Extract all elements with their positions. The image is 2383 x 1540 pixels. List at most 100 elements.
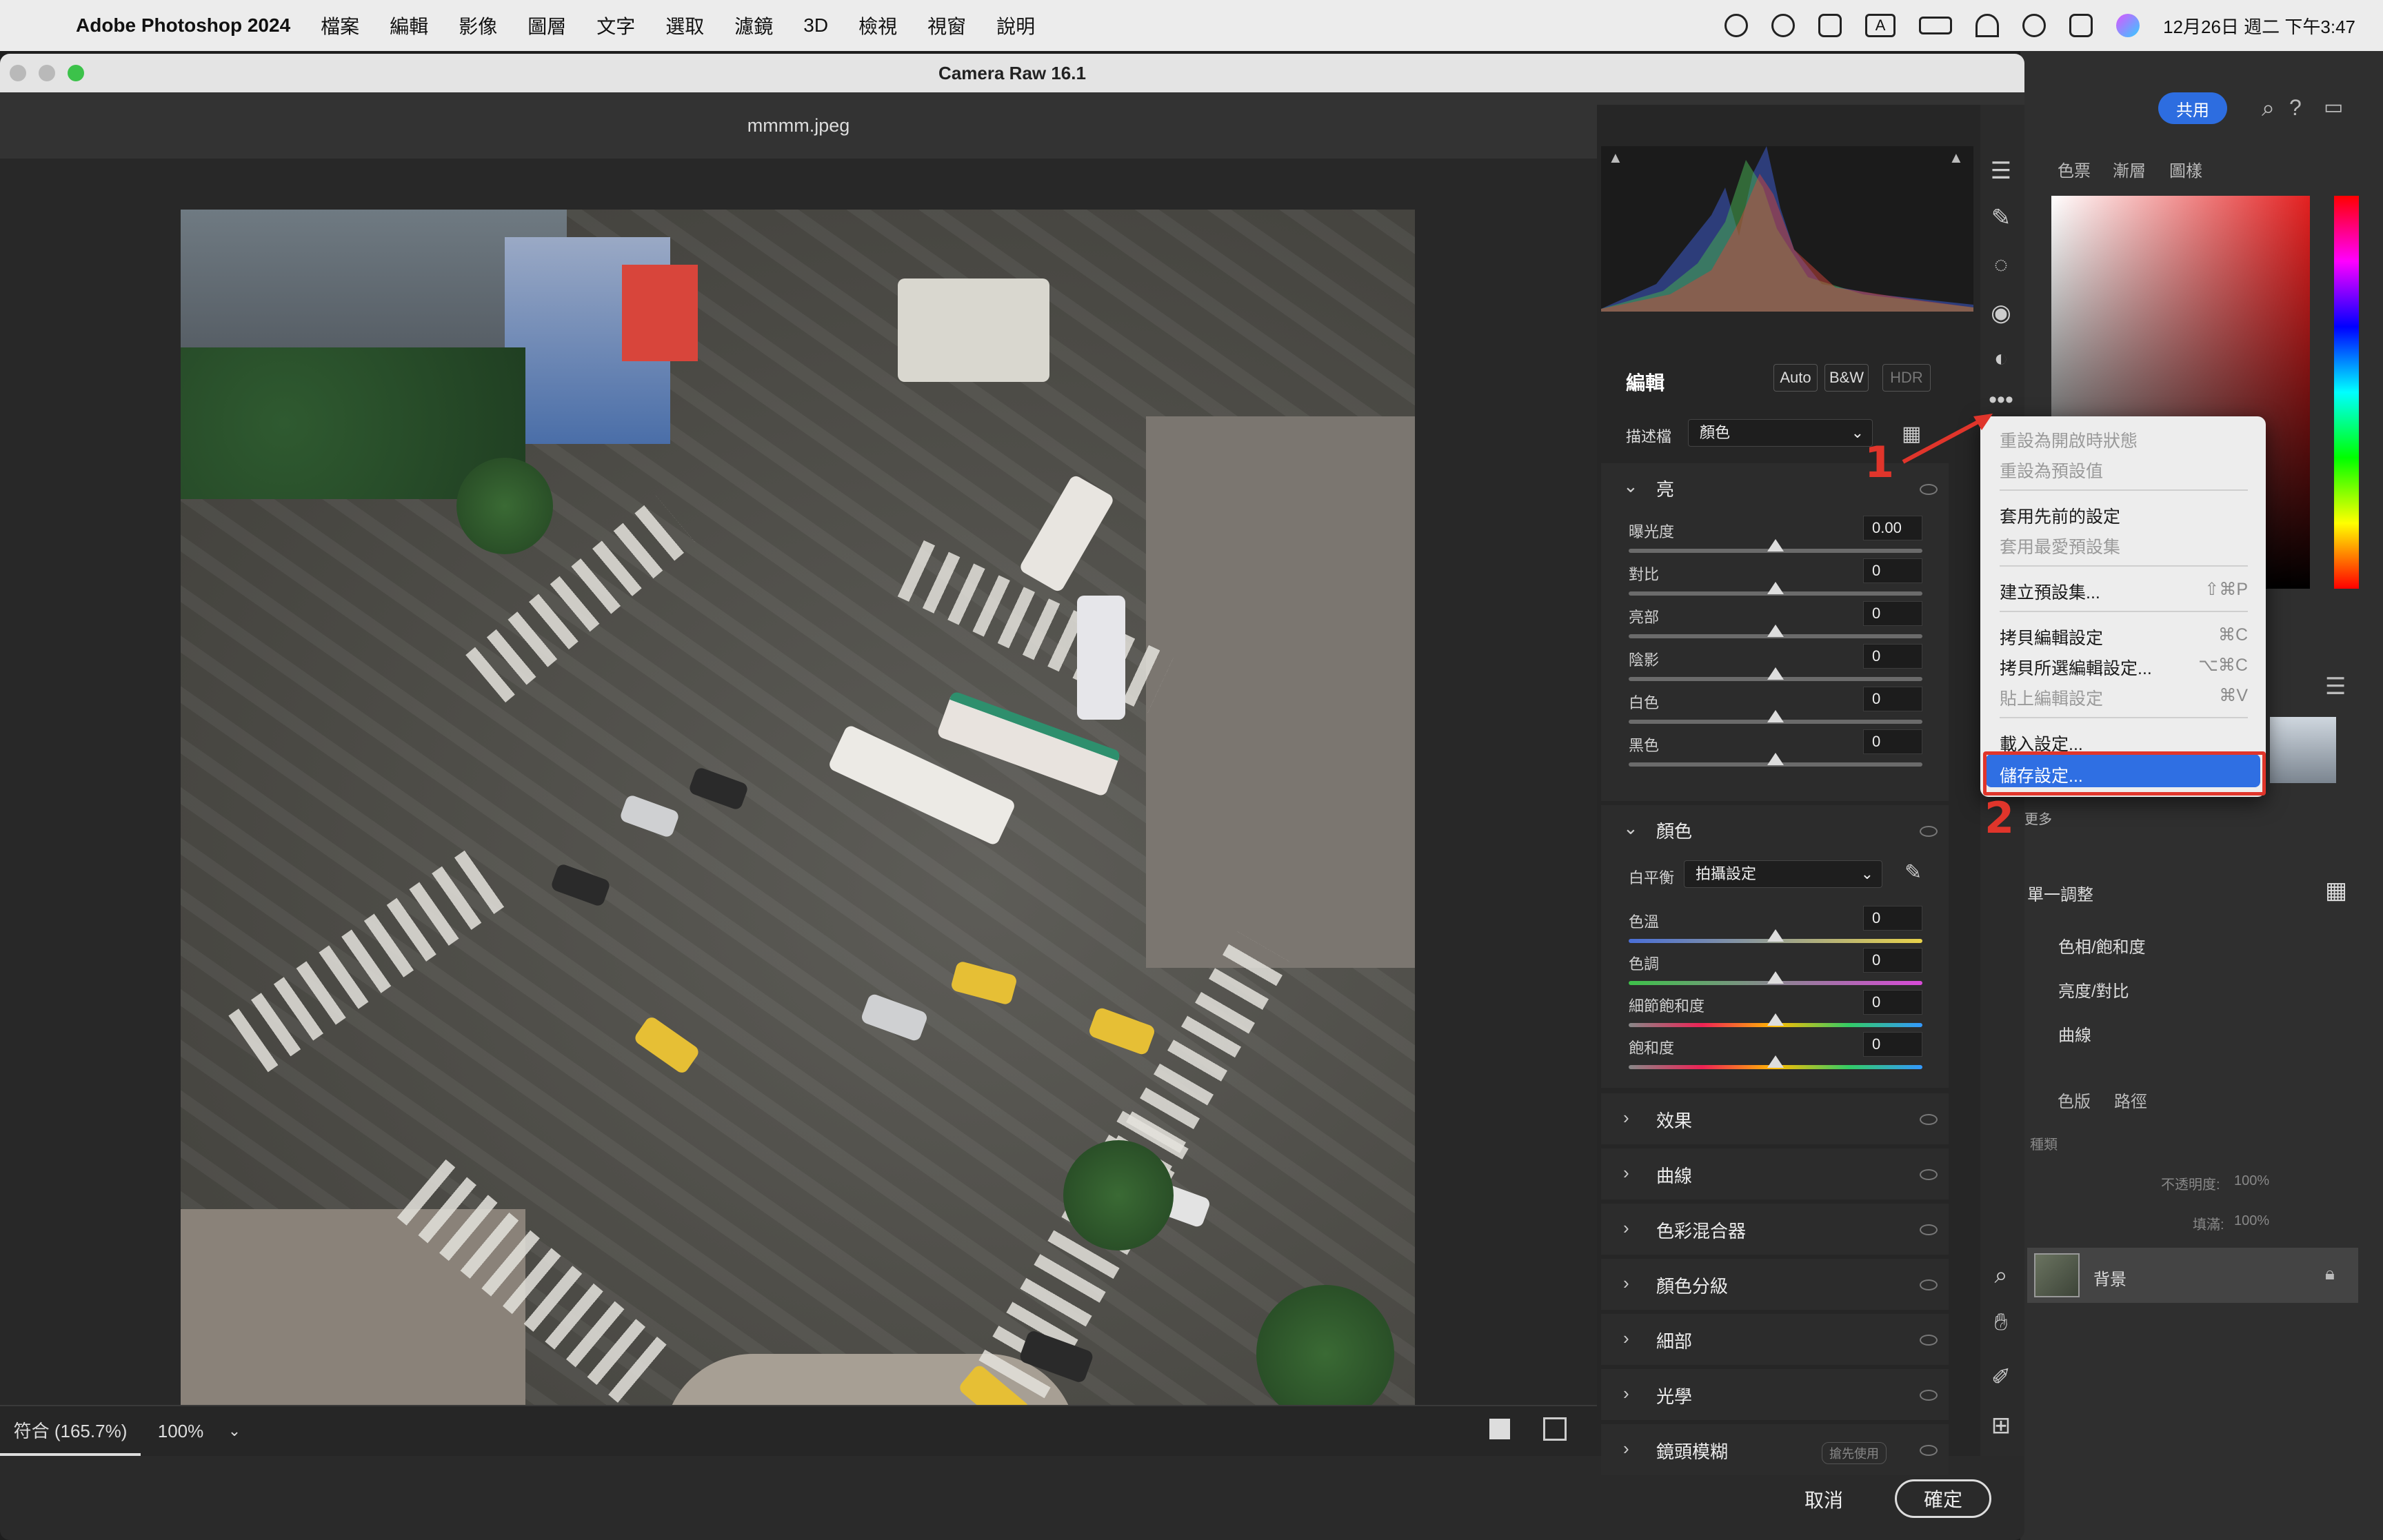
section-title[interactable]: 顏色分級: [1656, 1273, 1728, 1298]
slider-handle[interactable]: [1767, 710, 1784, 722]
collapsed-section[interactable]: › 顏色分級: [1601, 1259, 1949, 1310]
slider-value-input[interactable]: 0: [1863, 558, 1922, 583]
collapsed-section[interactable]: › 色彩混合器: [1601, 1204, 1949, 1255]
menu-window[interactable]: 視窗: [927, 12, 966, 39]
menu-type[interactable]: 文字: [596, 12, 635, 39]
bw-button[interactable]: B&W: [1824, 364, 1869, 392]
app-name-menu[interactable]: Adobe Photoshop 2024: [76, 14, 290, 37]
visibility-eye-icon[interactable]: [1920, 1224, 1938, 1235]
edit-sliders-icon[interactable]: ☰: [1984, 154, 2018, 188]
menu-edit[interactable]: 編輯: [390, 12, 428, 39]
visibility-eye-icon[interactable]: [1920, 1390, 1938, 1401]
slider-handle[interactable]: [1767, 667, 1784, 680]
visibility-eye-icon[interactable]: [1920, 1114, 1938, 1125]
collapsed-section[interactable]: › 效果: [1601, 1093, 1949, 1144]
menu-file[interactable]: 檔案: [321, 12, 359, 39]
collapsed-section[interactable]: › 細部: [1601, 1314, 1949, 1365]
color-section-title[interactable]: 顏色: [1656, 818, 1692, 843]
chevron-down-icon[interactable]: ⌄: [1623, 818, 1638, 839]
layer-kind-filter[interactable]: 種類: [2030, 1133, 2058, 1153]
tab-channels[interactable]: 色版: [2058, 1088, 2091, 1112]
slider-value-input[interactable]: 0.00: [1863, 516, 1922, 540]
visibility-eye-icon[interactable]: [1920, 1335, 1938, 1346]
before-after-icon[interactable]: [1543, 1417, 1567, 1441]
section-title[interactable]: 細部: [1656, 1328, 1692, 1353]
section-title[interactable]: 色彩混合器: [1656, 1217, 1746, 1243]
workspace-icon[interactable]: ▭: [2324, 95, 2343, 119]
tab-gradients[interactable]: 漸層: [2113, 157, 2146, 181]
slider-handle[interactable]: [1767, 1013, 1784, 1026]
control-center-icon[interactable]: [2069, 14, 2093, 37]
red-eye-icon[interactable]: ◉: [1984, 296, 2018, 330]
collapsed-section[interactable]: › 曲線: [1601, 1148, 1949, 1199]
contacts-icon[interactable]: [1818, 14, 1842, 37]
fill-value[interactable]: 100%: [2234, 1213, 2269, 1229]
chevron-right-icon[interactable]: ›: [1623, 1217, 1629, 1239]
adjust-hue-saturation[interactable]: 色相/飽和度: [2058, 933, 2146, 958]
clock[interactable]: 12月26日 週二 下午3:47: [2163, 13, 2355, 39]
cancel-button[interactable]: 取消: [1793, 1482, 1855, 1517]
share-button[interactable]: 共用: [2158, 92, 2227, 124]
section-title[interactable]: 曲線: [1656, 1162, 1692, 1188]
preset-thumbnail[interactable]: [2270, 717, 2336, 783]
menu-item[interactable]: 拷貝所選編輯設定... ⌥⌘C: [2000, 655, 2248, 680]
menu-select[interactable]: 選取: [665, 12, 704, 39]
help-icon[interactable]: ?: [2289, 95, 2302, 121]
zoom-fit-button[interactable]: 符合 (165.7%): [0, 1406, 141, 1456]
layer-name[interactable]: 背景: [2093, 1266, 2126, 1290]
chevron-right-icon[interactable]: ›: [1623, 1107, 1629, 1128]
menu-layer[interactable]: 圖層: [527, 12, 566, 39]
tab-swatches[interactable]: 色票: [2058, 157, 2091, 181]
menu-view[interactable]: 檢視: [858, 12, 897, 39]
chevron-right-icon[interactable]: ›: [1623, 1328, 1629, 1349]
zoom-tool-icon[interactable]: ⌕: [1984, 1259, 2018, 1292]
single-view-icon[interactable]: [1489, 1419, 1510, 1439]
slider-value-input[interactable]: 0: [1863, 1032, 1922, 1057]
zoom-100-button[interactable]: 100%: [146, 1406, 215, 1456]
sampler-icon[interactable]: ✐: [1984, 1361, 2018, 1394]
slider-value-input[interactable]: 0: [1863, 906, 1922, 931]
wifi-icon[interactable]: [1975, 14, 2000, 37]
slider-handle[interactable]: [1767, 753, 1784, 765]
section-title[interactable]: 光學: [1656, 1383, 1692, 1408]
chevron-down-icon[interactable]: ⌄: [1623, 476, 1638, 497]
menu-item[interactable]: 拷貝編輯設定 ⌘C: [2000, 625, 2248, 649]
eyedropper-icon[interactable]: ✎: [1904, 860, 1922, 884]
grid-overlay-icon[interactable]: ⊞: [1984, 1409, 2018, 1442]
white-balance-dropdown[interactable]: 拍攝設定 ⌄: [1684, 860, 1882, 888]
menu-item[interactable]: 重設為開啟時狀態: [2000, 427, 2248, 452]
slider-value-input[interactable]: 0: [1863, 644, 1922, 669]
section-title[interactable]: 效果: [1656, 1107, 1692, 1133]
siri-icon[interactable]: [2116, 14, 2140, 37]
slider-value-input[interactable]: 0: [1863, 729, 1922, 754]
hdr-button[interactable]: HDR: [1882, 364, 1931, 392]
chevron-right-icon[interactable]: ›: [1623, 1162, 1629, 1184]
slider-handle[interactable]: [1767, 971, 1784, 984]
slider-value-input[interactable]: 0: [1863, 948, 1922, 973]
more-link[interactable]: 更多: [2024, 808, 2052, 828]
adjust-curves[interactable]: 曲線: [2058, 1022, 2091, 1046]
battery-icon[interactable]: [1919, 17, 1953, 34]
visibility-eye-icon[interactable]: [1920, 826, 1938, 837]
visibility-eye-icon[interactable]: [1920, 484, 1938, 495]
ok-button[interactable]: 確定: [1895, 1479, 1991, 1518]
menu-help[interactable]: 說明: [996, 12, 1035, 39]
menu-item[interactable]: 重設為預設值: [2000, 458, 2248, 483]
slider-handle[interactable]: [1767, 1055, 1784, 1068]
visibility-eye-icon[interactable]: [1920, 1279, 1938, 1290]
menu-item[interactable]: 套用最愛預設集: [2000, 534, 2248, 558]
input-method-icon[interactable]: A: [1865, 14, 1896, 37]
list-view-icon[interactable]: ☰: [2325, 673, 2346, 700]
menu-filter[interactable]: 濾鏡: [734, 12, 773, 39]
section-title[interactable]: 鏡頭模糊: [1656, 1438, 1728, 1463]
search-icon[interactable]: ⌕: [2262, 95, 2275, 122]
minimize-window-button[interactable]: [39, 65, 55, 81]
image-canvas[interactable]: [0, 159, 1597, 1456]
chevron-right-icon[interactable]: ›: [1623, 1438, 1629, 1459]
collapsed-section[interactable]: › 鏡頭模糊 搶先使用: [1601, 1424, 1949, 1475]
highlight-clipping-icon[interactable]: ▲: [1949, 149, 1964, 167]
play-icon[interactable]: [1771, 14, 1796, 37]
slider-handle[interactable]: [1767, 929, 1784, 942]
masking-icon[interactable]: ◌: [1984, 248, 2018, 281]
creative-cloud-icon[interactable]: [1725, 14, 1749, 37]
